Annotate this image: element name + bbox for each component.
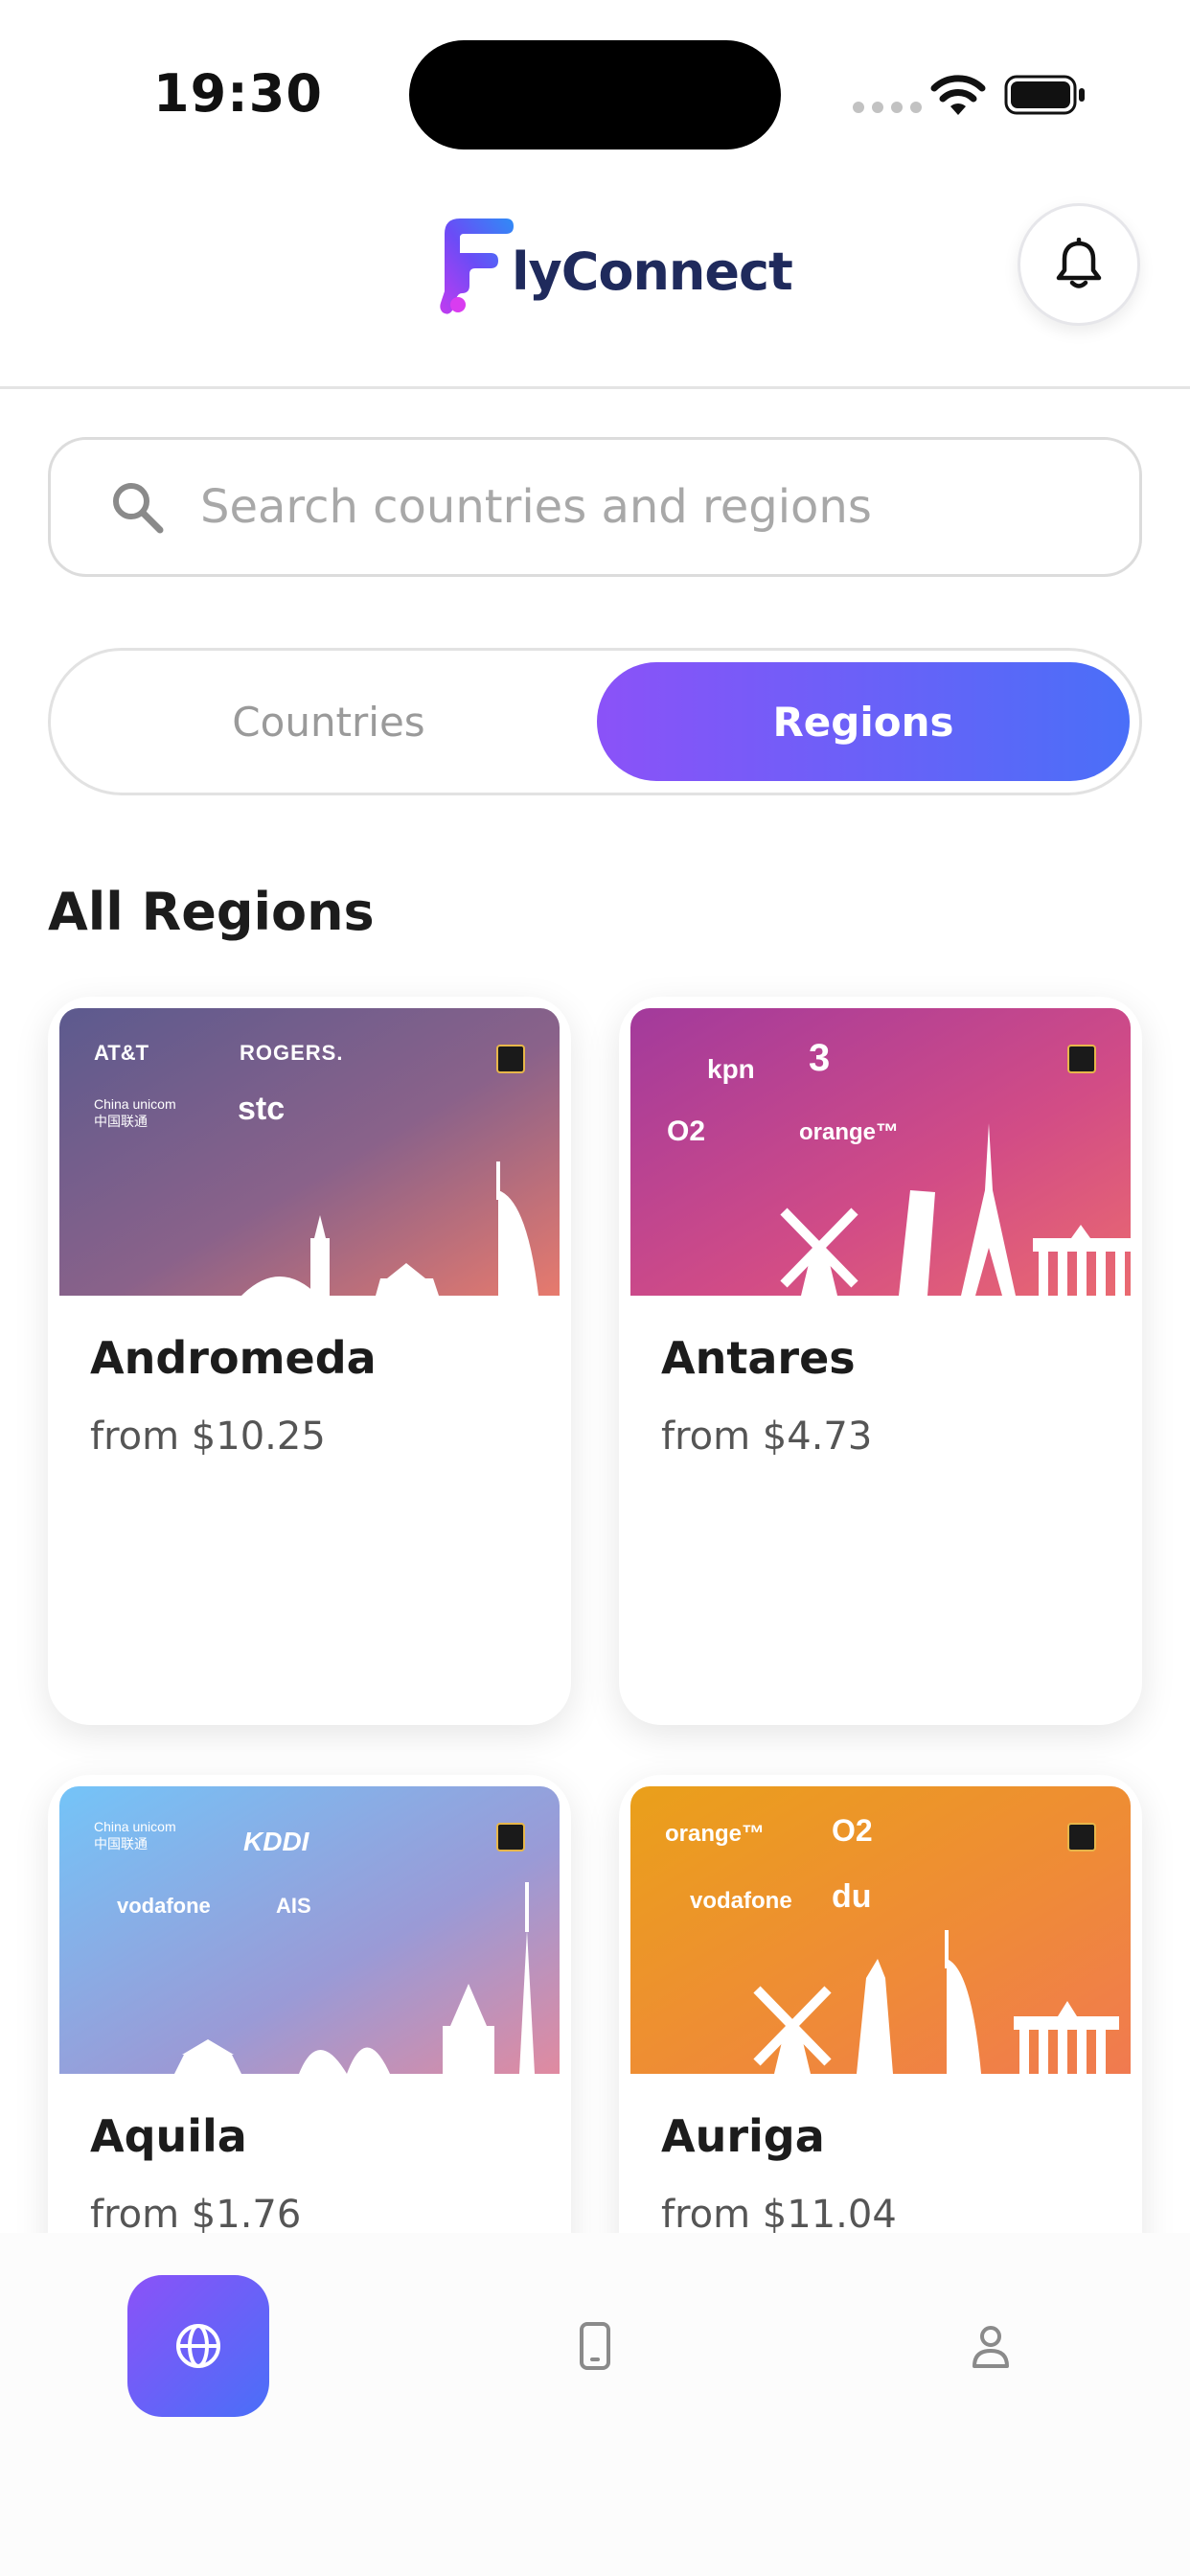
notifications-button[interactable] bbox=[1018, 203, 1140, 326]
search-box[interactable] bbox=[48, 437, 1142, 577]
region-price: from $11.04 bbox=[661, 2193, 897, 2237]
esim-chip-icon bbox=[496, 1823, 525, 1852]
region-name: Antares bbox=[661, 1332, 856, 1384]
carrier-logo: kpn bbox=[707, 1054, 755, 1084]
logo-text: lyConnect bbox=[512, 241, 793, 302]
tab-countries[interactable]: Countries bbox=[62, 662, 595, 781]
carrier-logo: du bbox=[832, 1878, 872, 1915]
nav-my-esims[interactable] bbox=[524, 2275, 666, 2417]
esim-chip-icon bbox=[1067, 1045, 1096, 1073]
dynamic-island bbox=[409, 40, 781, 150]
status-bar: 19:30 bbox=[0, 0, 1190, 182]
bottom-navigation bbox=[0, 2233, 1190, 2576]
status-time: 19:30 bbox=[153, 63, 323, 124]
section-title: All Regions bbox=[48, 882, 375, 942]
tab-regions[interactable]: Regions bbox=[597, 662, 1130, 781]
region-card-image: kpn 3 O2 orange™ bbox=[630, 1008, 1131, 1296]
region-price: from $10.25 bbox=[90, 1414, 326, 1459]
carrier-logo: O2 bbox=[832, 1813, 873, 1848]
region-price: from $1.76 bbox=[90, 2193, 302, 2237]
nav-profile[interactable] bbox=[920, 2275, 1062, 2417]
carrier-logo: China unicom中国联通 bbox=[94, 1819, 176, 1852]
region-name: Andromeda bbox=[90, 1332, 377, 1384]
user-icon bbox=[973, 2326, 1009, 2368]
carrier-logo: KDDI bbox=[243, 1827, 309, 1856]
region-card-image: China unicom中国联通 KDDI vodafone AIS bbox=[59, 1786, 560, 2074]
bell-icon bbox=[1056, 238, 1102, 288]
carrier-logo: AT&T bbox=[94, 1041, 149, 1065]
region-type-toggle: Countries Regions bbox=[48, 648, 1142, 795]
carrier-logo: vodafone bbox=[690, 1888, 792, 1914]
region-name: Aquila bbox=[90, 2110, 247, 2162]
app-logo: lyConnect bbox=[431, 211, 793, 322]
carrier-logo: orange™ bbox=[665, 1821, 766, 1847]
wifi-icon bbox=[930, 75, 986, 115]
region-card-antares[interactable]: kpn 3 O2 orange™ Antares from $4.73 bbox=[619, 997, 1142, 1725]
region-card-andromeda[interactable]: AT&T ROGERS. China unicom中国联通 stc Androm… bbox=[48, 997, 571, 1725]
carrier-logo: orange™ bbox=[799, 1119, 900, 1145]
region-card-image: orange™ O2 vodafone du bbox=[630, 1786, 1131, 2074]
esim-chip-icon bbox=[1067, 1823, 1096, 1852]
carrier-logo: 3 bbox=[809, 1037, 831, 1079]
logo-mark-icon bbox=[440, 218, 514, 314]
carrier-logo: O2 bbox=[667, 1116, 706, 1147]
cellular-signal-icon bbox=[853, 102, 922, 113]
phone-icon bbox=[580, 2322, 610, 2370]
carrier-logo: AIS bbox=[276, 1894, 311, 1918]
carrier-logo: vodafone bbox=[117, 1894, 211, 1918]
carrier-logo: China unicom中国联通 bbox=[94, 1096, 176, 1129]
nav-destinations[interactable] bbox=[127, 2275, 269, 2417]
region-price: from $4.73 bbox=[661, 1414, 873, 1459]
search-icon bbox=[113, 483, 164, 534]
region-card-image: AT&T ROGERS. China unicom中国联通 stc bbox=[59, 1008, 560, 1296]
globe-icon bbox=[176, 2324, 220, 2368]
search-input[interactable] bbox=[200, 480, 1063, 534]
battery-icon bbox=[1004, 75, 1085, 115]
app-header: lyConnect bbox=[0, 182, 1190, 389]
region-name: Auriga bbox=[661, 2110, 825, 2162]
carrier-logo: stc bbox=[238, 1091, 286, 1127]
esim-chip-icon bbox=[496, 1045, 525, 1073]
carrier-logo: ROGERS. bbox=[240, 1041, 344, 1065]
